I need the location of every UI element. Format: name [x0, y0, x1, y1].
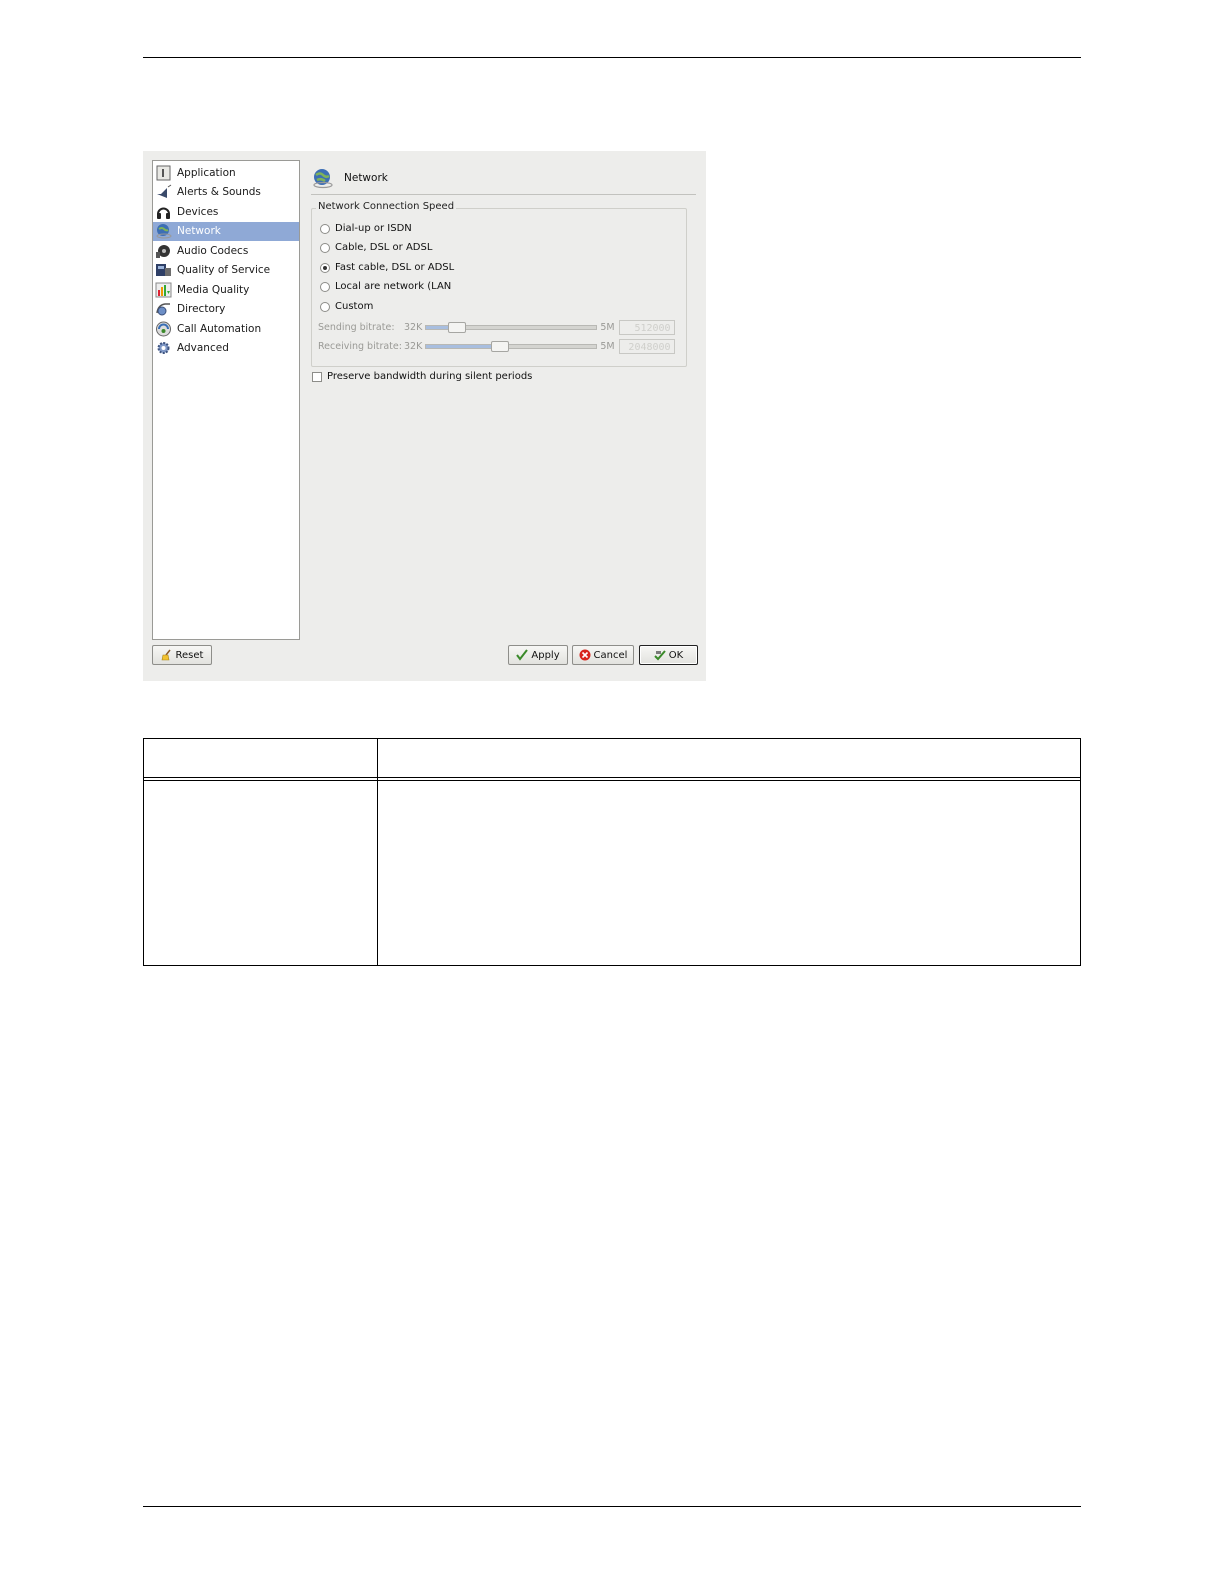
sending-slider-thumb[interactable] — [448, 322, 467, 333]
radio-button[interactable] — [320, 223, 330, 234]
radio-button[interactable] — [320, 262, 330, 273]
speed-option-label: Custom — [335, 301, 374, 312]
cancel-label: Cancel — [593, 649, 628, 661]
connection-speed-group: Network Connection Speed Dial-up or ISDN… — [311, 201, 687, 367]
sending-bitrate-display: 512000 — [618, 320, 675, 335]
sidebar-item-devices[interactable]: Devices — [153, 202, 299, 222]
sidebar-item-quality-of-service[interactable]: Quality of Service — [153, 261, 299, 281]
sending-min-label: 32K — [404, 322, 423, 333]
sending-bitrate-row: Sending bitrate: 32K 5M 512000 — [318, 320, 675, 335]
speed-option-2[interactable]: Fast cable, DSL or ADSL — [320, 262, 454, 273]
reset-button[interactable]: Reset — [152, 645, 212, 665]
table-header-rule-1 — [144, 777, 1080, 778]
ok-icon — [654, 649, 666, 661]
page-title: Network — [344, 171, 388, 184]
sidebar-item-label: Application — [177, 166, 236, 179]
receiving-bitrate-slider[interactable] — [425, 341, 598, 352]
application-icon — [155, 165, 172, 181]
network-globe-icon — [155, 223, 172, 239]
sidebar-item-label: Media Quality — [177, 283, 250, 296]
description-table — [143, 738, 1081, 966]
sidebar-item-alerts-sounds[interactable]: Alerts & Sounds — [153, 183, 299, 203]
receiving-slider-fill — [426, 345, 500, 348]
radio-button[interactable] — [320, 281, 330, 292]
media-quality-icon — [155, 282, 172, 298]
call-automation-icon — [155, 321, 172, 337]
speed-option-1[interactable]: Cable, DSL or ADSL — [320, 242, 432, 253]
sidebar-item-label: Devices — [177, 205, 219, 218]
broom-icon — [161, 649, 173, 661]
receiving-slider-thumb[interactable] — [491, 341, 510, 352]
sidebar-item-label: Network — [177, 225, 221, 238]
sidebar-item-media-quality[interactable]: Media Quality — [153, 280, 299, 300]
cancel-icon — [579, 649, 591, 661]
sidebar-item-label: Quality of Service — [177, 264, 271, 277]
audio-codecs-icon — [155, 243, 172, 259]
sidebar-item-call-automation[interactable]: Call Automation — [153, 319, 299, 339]
preserve-bandwidth-checkbox-row[interactable]: Preserve bandwidth during silent periods — [312, 371, 532, 382]
radio-button[interactable] — [320, 301, 330, 312]
gear-icon — [155, 340, 172, 356]
receiving-bitrate-display: 2048000 — [618, 339, 675, 354]
sidebar-item-application[interactable]: Application — [153, 163, 299, 183]
checkmark-icon — [516, 649, 529, 661]
speaker-icon — [155, 184, 172, 200]
sidebar-item-label: Alerts & Sounds — [177, 186, 261, 199]
sidebar-item-network[interactable]: Network — [153, 221, 299, 241]
speed-option-label: Dial-up or ISDN — [335, 223, 412, 234]
preferences-sidebar: Application Alerts & Sounds Devices Network… — [152, 160, 300, 640]
apply-button[interactable]: Apply — [508, 645, 568, 665]
preserve-bandwidth-label: Preserve bandwidth during silent periods — [327, 371, 533, 382]
reset-label: Reset — [175, 649, 204, 661]
receiving-bitrate-row: Receiving bitrate: 32K 5M 2048000 — [318, 339, 675, 354]
speed-option-3[interactable]: Local are network (LAN — [320, 281, 451, 292]
speed-option-label: Local are network (LAN — [335, 281, 452, 292]
table-header-rule-2 — [144, 780, 1080, 781]
receiving-min-label: 32K — [404, 341, 423, 352]
sending-max-label: 5M — [600, 322, 615, 333]
speed-option-4[interactable]: Custom — [320, 301, 373, 312]
top-rule — [143, 57, 1081, 58]
qos-icon — [155, 262, 172, 278]
sidebar-item-label: Directory — [177, 303, 226, 316]
sidebar-item-label: Audio Codecs — [177, 244, 249, 257]
group-title: Network Connection Speed — [316, 201, 457, 212]
sidebar-item-label: Call Automation — [177, 322, 262, 335]
sending-bitrate-label: Sending bitrate: — [318, 322, 395, 333]
receiving-bitrate-label: Receiving bitrate: — [318, 341, 402, 352]
headset-icon — [155, 204, 172, 220]
network-globe-icon — [311, 166, 335, 190]
table-column-divider — [377, 739, 378, 965]
preferences-dialog-screenshot: Application Alerts & Sounds Devices Network… — [143, 151, 706, 681]
speed-option-0[interactable]: Dial-up or ISDN — [320, 223, 412, 234]
ok-label: OK — [668, 649, 684, 661]
ok-button[interactable]: OK — [639, 645, 698, 665]
cancel-button[interactable]: Cancel — [572, 645, 634, 665]
preserve-bandwidth-checkbox[interactable] — [312, 371, 322, 382]
speed-option-label: Cable, DSL or ADSL — [335, 242, 433, 253]
speed-option-label: Fast cable, DSL or ADSL — [335, 262, 455, 273]
directory-icon — [155, 301, 172, 317]
sidebar-item-advanced[interactable]: Advanced — [153, 339, 299, 359]
sidebar-item-directory[interactable]: Directory — [153, 300, 299, 320]
apply-label: Apply — [531, 649, 560, 661]
content-pane: Network — [311, 161, 696, 195]
sending-bitrate-slider[interactable] — [425, 322, 598, 333]
content-header: Network — [311, 161, 696, 195]
sidebar-item-audio-codecs[interactable]: Audio Codecs — [153, 241, 299, 261]
bottom-rule — [143, 1506, 1081, 1507]
radio-button[interactable] — [320, 242, 330, 253]
receiving-max-label: 5M — [600, 341, 615, 352]
sidebar-item-label: Advanced — [177, 342, 229, 355]
